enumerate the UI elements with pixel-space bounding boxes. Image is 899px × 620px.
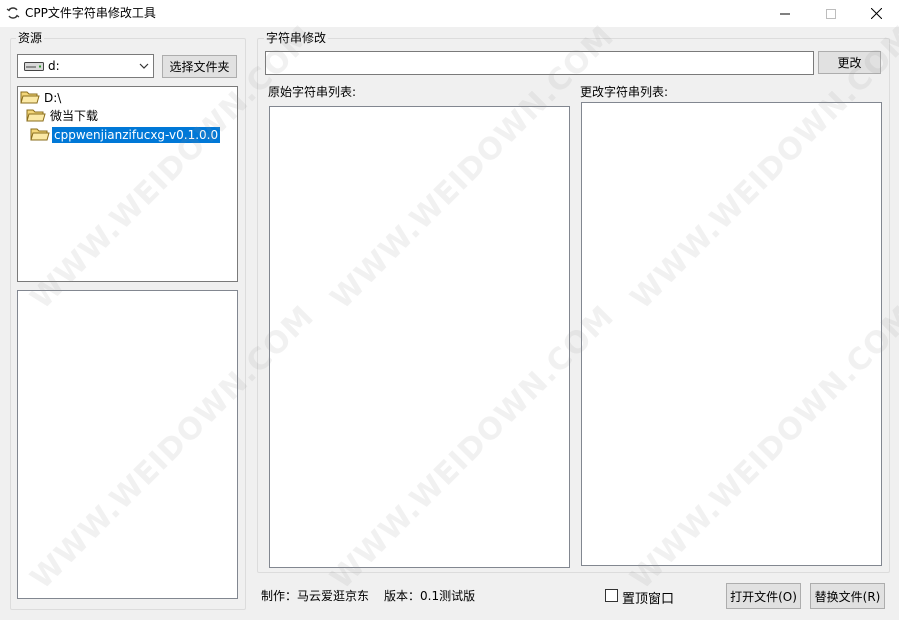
title-bar[interactable]: CPP文件字符串修改工具 <box>0 0 899 27</box>
folder-open-icon <box>26 108 46 123</box>
original-list-label: 原始字符串列表: <box>268 85 357 99</box>
folder-tree[interactable]: D:\ 微当下载 cppwenjianzifucxg-v0.1.0.0 <box>17 86 238 282</box>
tree-item-label: cppwenjianzifucxg-v0.1.0.0 <box>52 126 221 143</box>
folder-open-icon <box>20 90 40 105</box>
maximize-icon <box>826 8 836 19</box>
replace-file-button[interactable]: 替换文件(R) <box>810 583 885 609</box>
tree-item-selected-folder[interactable]: cppwenjianzifucxg-v0.1.0.0 <box>30 126 221 143</box>
chevron-down-icon[interactable] <box>138 60 150 75</box>
choose-folder-button[interactable]: 选择文件夹 <box>162 55 237 78</box>
open-file-button[interactable]: 打开文件(O) <box>726 583 801 609</box>
string-input[interactable] <box>265 51 814 75</box>
maximize-button[interactable] <box>808 0 854 27</box>
tree-item-label: 微当下载 <box>50 108 99 123</box>
close-icon <box>870 8 882 19</box>
tree-item-drive[interactable]: D:\ <box>20 89 63 106</box>
window-title: CPP文件字符串修改工具 <box>25 6 156 20</box>
file-list[interactable] <box>17 290 238 599</box>
author-label: 制作：马云爱逛京东 <box>261 589 370 603</box>
drive-select[interactable]: d: <box>17 54 154 78</box>
close-button[interactable] <box>853 0 899 27</box>
string-edit-group-label: 字符串修改 <box>264 31 329 45</box>
drive-value: d: <box>48 59 60 73</box>
version-label: 版本：0.1测试版 <box>384 589 476 603</box>
drive-icon <box>24 61 44 71</box>
minimize-button[interactable] <box>762 0 808 27</box>
topmost-label[interactable]: 置顶窗口 <box>622 588 674 607</box>
change-button[interactable]: 更改 <box>818 51 881 74</box>
tree-item-label: D:\ <box>44 90 62 105</box>
modified-list-label: 更改字符串列表: <box>580 85 669 99</box>
resources-group-label: 资源 <box>16 31 45 45</box>
app-icon <box>6 6 20 20</box>
minimize-icon <box>780 13 790 14</box>
topmost-checkbox[interactable] <box>605 589 618 602</box>
tree-item-download[interactable]: 微当下载 <box>26 107 100 124</box>
folder-open-icon <box>30 127 50 142</box>
original-string-list[interactable] <box>269 106 570 568</box>
modified-string-list[interactable] <box>581 102 882 566</box>
